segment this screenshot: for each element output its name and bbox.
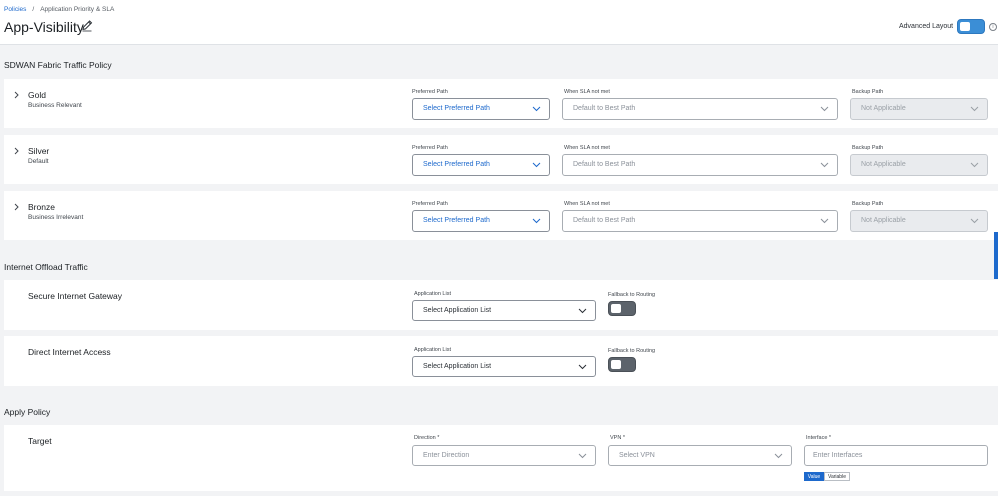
advanced-layout-label: Advanced Layout: [899, 23, 954, 30]
chevron-down-icon: [820, 162, 829, 168]
scrollbar-thumb[interactable]: [994, 232, 998, 279]
sla-select-silver[interactable]: Default to Best Path: [562, 154, 838, 176]
backup-path-select-gold: Not Applicable: [850, 98, 988, 120]
preferred-path-value: Select Preferred Path: [423, 105, 490, 112]
fallback-routing-toggle-sig[interactable]: [608, 301, 636, 316]
application-list-select-dia[interactable]: Select Application List: [412, 356, 596, 377]
chevron-down-icon: [970, 218, 979, 224]
preferred-path-select-bronze[interactable]: Select Preferred Path: [412, 210, 550, 232]
chevron-down-icon: [578, 308, 587, 314]
vpn-placeholder: Select VPN: [619, 452, 655, 459]
sla-label: When SLA not met: [564, 145, 610, 151]
row-name-silver: Silver: [28, 146, 50, 156]
sla-value: Default to Best Path: [573, 105, 636, 112]
application-list-label: Application List: [414, 291, 451, 297]
toggle-knob: [611, 304, 621, 313]
application-list-value: Select Application List: [423, 307, 492, 314]
chevron-down-icon: [578, 453, 587, 459]
backup-path-select-silver: Not Applicable: [850, 154, 988, 176]
row-subtitle-bronze: Business Irrelevant: [28, 214, 84, 221]
preferred-path-label: Preferred Path: [412, 145, 448, 151]
edit-pencil-icon[interactable]: [81, 19, 93, 32]
apply-section-title: Apply Policy: [4, 407, 51, 417]
value-option-button[interactable]: Value: [804, 472, 824, 481]
backup-path-value: Not Applicable: [861, 161, 906, 168]
row-subtitle-gold: Business Relevant: [28, 102, 82, 109]
chevron-down-icon: [532, 218, 541, 224]
toggle-knob: [611, 360, 621, 369]
sla-value: Default to Best Path: [573, 217, 636, 224]
breadcrumb: Policies / Application Priority & SLA: [4, 6, 114, 13]
breadcrumb-separator: /: [32, 6, 35, 13]
variable-option-button[interactable]: Variable: [824, 472, 850, 481]
application-list-value: Select Application List: [423, 363, 492, 370]
backup-path-value: Not Applicable: [861, 105, 906, 112]
sla-label: When SLA not met: [564, 89, 610, 95]
chevron-down-icon: [820, 218, 829, 224]
row-name-direct-internet-access: Direct Internet Access: [28, 347, 111, 357]
advanced-layout-toggle[interactable]: [957, 19, 985, 34]
breadcrumb-current: Application Priority & SLA: [40, 6, 115, 13]
offload-section-title: Internet Offload Traffic: [4, 262, 88, 272]
info-icon[interactable]: i: [989, 23, 997, 31]
backup-path-select-bronze: Not Applicable: [850, 210, 988, 232]
preferred-path-label: Preferred Path: [412, 201, 448, 207]
breadcrumb-policies-link[interactable]: Policies: [4, 6, 26, 13]
chevron-down-icon: [970, 106, 979, 112]
row-name-bronze: Bronze: [28, 202, 55, 212]
row-name-secure-internet-gateway: Secure Internet Gateway: [28, 291, 123, 301]
page-header: Policies / Application Priority & SLA App-…: [0, 0, 998, 45]
direction-placeholder: Enter Direction: [423, 452, 470, 459]
chevron-down-icon: [532, 162, 541, 168]
interface-input[interactable]: Enter Interfaces: [804, 445, 988, 466]
sdwan-section-title: SDWAN Fabric Traffic Policy: [4, 60, 112, 70]
interface-label: Interface *: [806, 435, 832, 441]
sla-select-gold[interactable]: Default to Best Path: [562, 98, 838, 120]
toggle-knob: [960, 22, 970, 31]
preferred-path-select-silver[interactable]: Select Preferred Path: [412, 154, 550, 176]
fallback-routing-toggle-dia[interactable]: [608, 357, 636, 372]
preferred-path-select-gold[interactable]: Select Preferred Path: [412, 98, 550, 120]
backup-path-value: Not Applicable: [861, 217, 906, 224]
sla-label: When SLA not met: [564, 201, 610, 207]
chevron-right-icon[interactable]: [13, 91, 20, 99]
chevron-down-icon: [820, 106, 829, 112]
sla-select-bronze[interactable]: Default to Best Path: [562, 210, 838, 232]
backup-path-label: Backup Path: [852, 89, 884, 95]
row-subtitle-silver: Default: [28, 158, 49, 165]
chevron-down-icon: [774, 453, 783, 459]
preferred-path-value: Select Preferred Path: [423, 161, 490, 168]
application-list-select-sig[interactable]: Select Application List: [412, 300, 596, 321]
fallback-routing-label: Fallback to Routing: [608, 348, 656, 354]
chevron-right-icon[interactable]: [13, 147, 20, 155]
application-list-label: Application List: [414, 347, 451, 353]
row-name-gold: Gold: [28, 90, 46, 100]
fallback-routing-label: Fallback to Routing: [608, 292, 656, 298]
preferred-path-label: Preferred Path: [412, 89, 448, 95]
chevron-down-icon: [970, 162, 979, 168]
chevron-down-icon: [532, 106, 541, 112]
direction-label: Direction *: [414, 435, 440, 441]
preferred-path-value: Select Preferred Path: [423, 217, 490, 224]
direction-select[interactable]: Enter Direction: [412, 445, 596, 466]
vpn-select[interactable]: Select VPN: [608, 445, 792, 466]
vpn-label: VPN *: [610, 435, 625, 441]
chevron-down-icon: [578, 364, 587, 370]
sla-value: Default to Best Path: [573, 161, 636, 168]
chevron-right-icon[interactable]: [13, 203, 20, 211]
backup-path-label: Backup Path: [852, 145, 884, 151]
target-label: Target: [28, 436, 52, 446]
backup-path-label: Backup Path: [852, 201, 884, 207]
page-title: App-Visibility: [4, 19, 84, 35]
